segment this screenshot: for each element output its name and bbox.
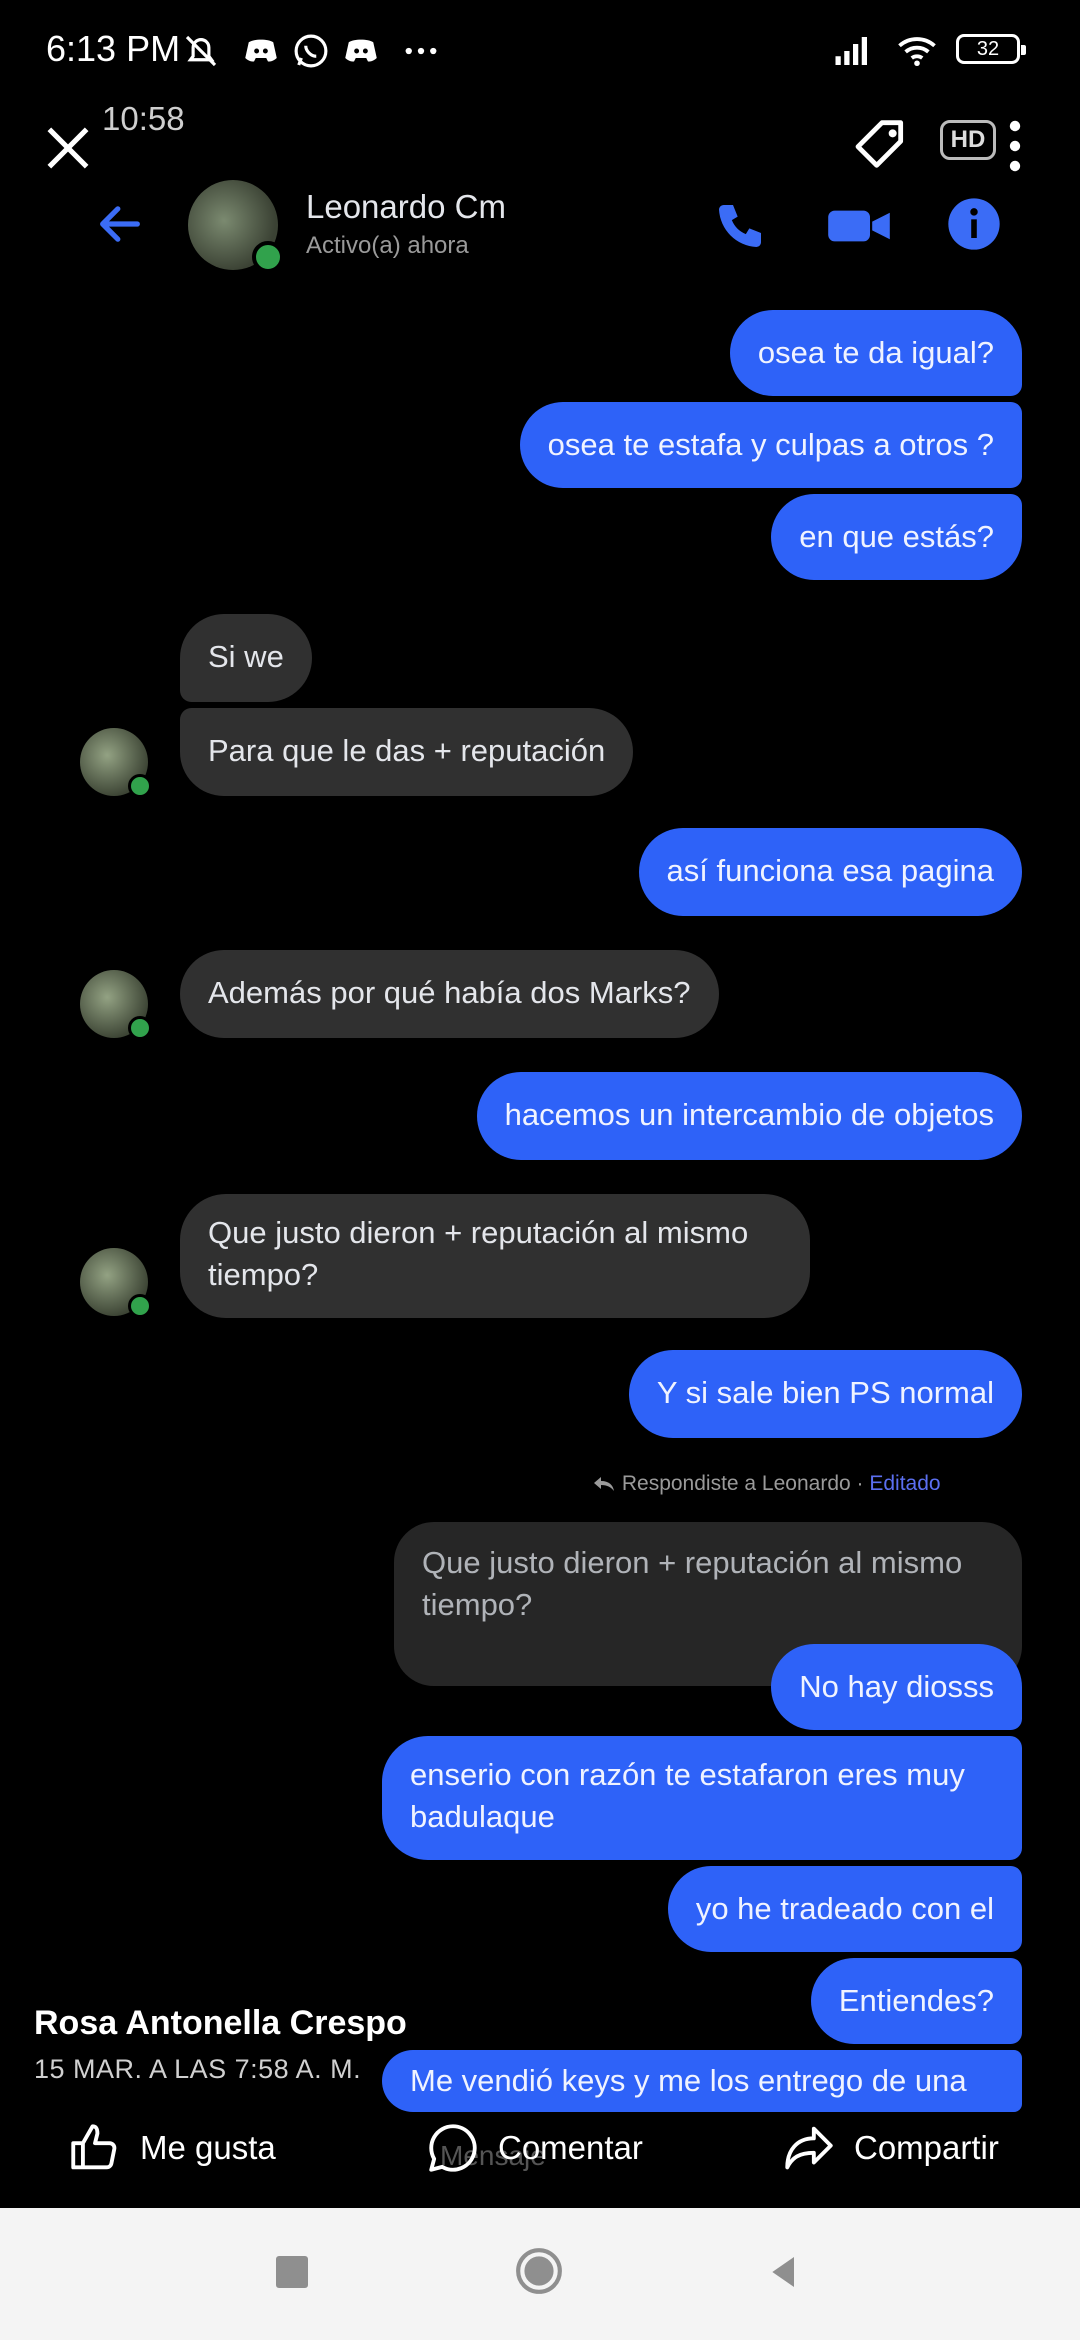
- hd-badge[interactable]: HD: [940, 120, 996, 160]
- message-outgoing[interactable]: Y si sale bien PS normal: [628, 1350, 1022, 1438]
- signal-icon: [835, 37, 867, 65]
- message-outgoing[interactable]: Entiendes?: [810, 1958, 1022, 2044]
- message-outgoing[interactable]: en que estás?: [771, 494, 1022, 580]
- message-incoming[interactable]: Para que le das + reputación: [180, 708, 634, 796]
- message-outgoing[interactable]: enserio con razón te estafaron eres muy …: [382, 1736, 1022, 1860]
- battery-indicator: 32: [956, 34, 1026, 64]
- comment-button[interactable]: Comentar: [424, 2118, 643, 2178]
- reply-icon: [594, 1477, 614, 1492]
- muted-bell-icon: [185, 35, 217, 67]
- share-arrow-icon: [785, 2126, 833, 2170]
- contact-name[interactable]: Leonardo Cm: [306, 188, 506, 226]
- thumbs-up-icon: [71, 2124, 117, 2170]
- back-button[interactable]: [764, 2252, 804, 2292]
- online-indicator: [128, 1294, 152, 1318]
- share-button[interactable]: Compartir: [780, 2118, 999, 2178]
- more-notifications-icon: [405, 47, 437, 55]
- recents-button[interactable]: [276, 2256, 308, 2288]
- share-label: Compartir: [854, 2129, 999, 2166]
- like-button[interactable]: Me gusta: [66, 2118, 276, 2178]
- message-incoming[interactable]: Que justo dieron + reputación al mismo t…: [180, 1194, 810, 1318]
- close-icon[interactable]: [40, 120, 96, 176]
- comment-label: Comentar: [498, 2129, 643, 2166]
- edited-label: Editado: [869, 1472, 941, 1495]
- discord-icon: [245, 39, 277, 62]
- discord-icon-2: [345, 39, 377, 62]
- like-label: Me gusta: [140, 2129, 276, 2166]
- video-call-icon[interactable]: [826, 202, 892, 250]
- home-button[interactable]: [514, 2246, 564, 2296]
- reply-label: Respondiste a Leonardo · Editado: [592, 1472, 941, 1496]
- message-outgoing[interactable]: yo he tradeado con el: [667, 1866, 1022, 1952]
- tag-icon[interactable]: [850, 112, 914, 176]
- phone-call-icon[interactable]: [712, 198, 768, 254]
- screenshot-status-time: 10:58: [102, 100, 185, 137]
- wifi-icon: [898, 37, 936, 67]
- message-outgoing[interactable]: osea te da igual?: [729, 310, 1022, 396]
- online-indicator: [252, 241, 284, 273]
- comment-bubble-icon: [429, 2124, 477, 2172]
- reply-meta-text: Respondiste a Leonardo ·: [621, 1472, 864, 1495]
- message-outgoing[interactable]: No hay diosss: [771, 1644, 1022, 1730]
- message-outgoing[interactable]: osea te estafa y culpas a otros ?: [519, 402, 1022, 488]
- back-arrow-icon[interactable]: [94, 198, 146, 250]
- message-outgoing[interactable]: hacemos un intercambio de objetos: [476, 1072, 1022, 1160]
- online-indicator: [128, 774, 152, 798]
- post-author[interactable]: Rosa Antonella Crespo: [34, 2004, 407, 2043]
- message-outgoing[interactable]: así funciona esa pagina: [638, 828, 1022, 916]
- more-options-icon[interactable]: [1000, 116, 1030, 176]
- info-icon[interactable]: [946, 196, 1002, 252]
- status-time: 6:13 PM: [46, 28, 181, 69]
- post-date: 15 MAR. A LAS 7:58 A. M.: [34, 2054, 362, 2084]
- status-bar: 6:13 PM 32: [0, 0, 1080, 100]
- message-incoming[interactable]: Si we: [180, 614, 312, 702]
- contact-status: Activo(a) ahora: [306, 232, 469, 259]
- message-incoming[interactable]: Además por qué había dos Marks?: [180, 950, 719, 1038]
- online-indicator: [128, 1016, 152, 1040]
- whatsapp-icon: [294, 34, 328, 68]
